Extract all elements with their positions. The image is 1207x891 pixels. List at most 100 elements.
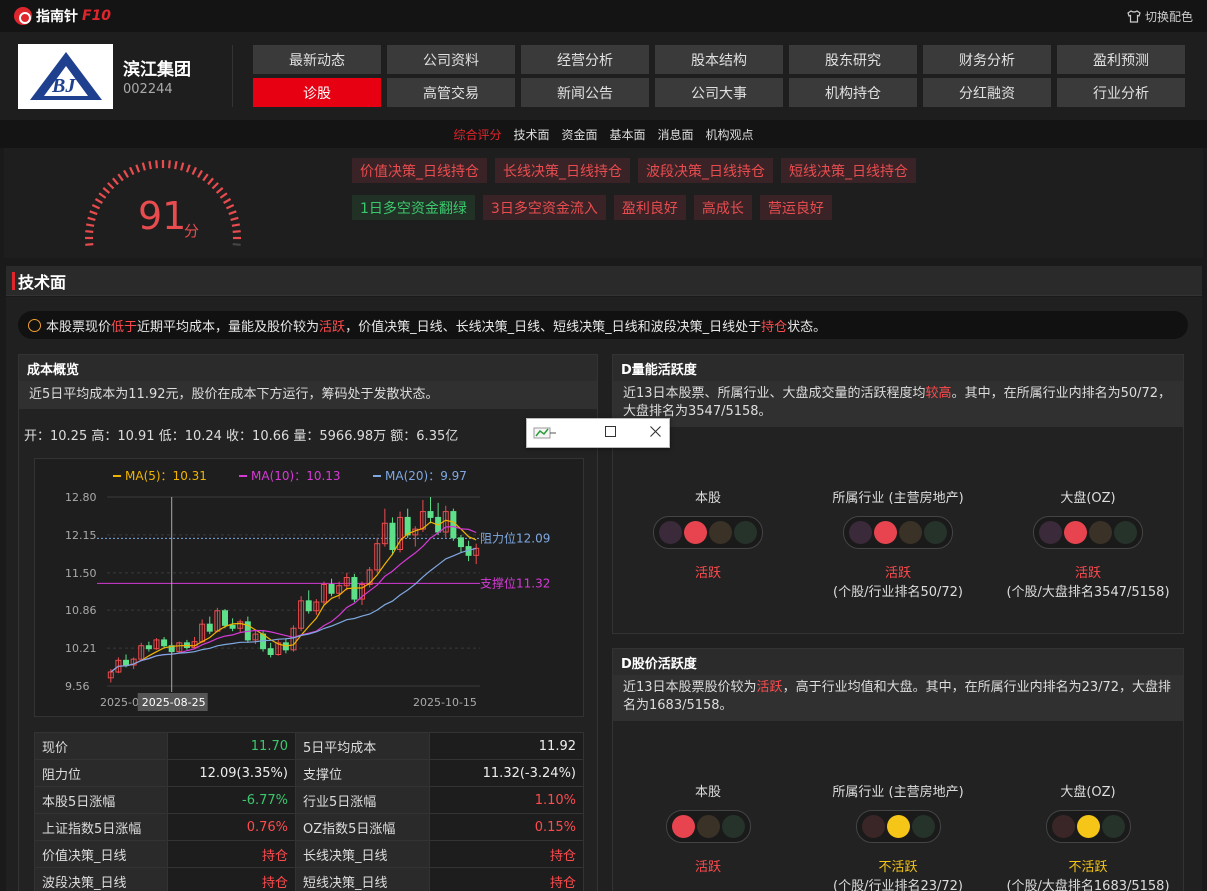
gauge-tick xyxy=(215,187,224,194)
x-tick-label: 2025-10-15 xyxy=(413,696,477,709)
candle-body xyxy=(328,584,335,594)
theme-switch-button[interactable]: 切换配色 xyxy=(1127,8,1193,25)
light-state: 不活跃 xyxy=(878,860,918,875)
cost-card-desc: 近5日平均成本为11.92元，股价在成本下方运行，筹码处于发散状态。 xyxy=(19,381,597,409)
price-light-2: 大盘(OZ) 不活跃 (个股/大盘排名1683/5158) xyxy=(1003,781,1173,891)
light-state: 活跃 xyxy=(1074,566,1101,581)
sub-tabs: 综合评分 技术面 资金面 基本面 消息面 机构观点 xyxy=(0,120,1207,148)
light-label: 本股 xyxy=(694,785,721,800)
stats-row: 上证指数5日涨幅 0.76% OZ指数5日涨幅 0.15% xyxy=(34,813,584,841)
stat-label: 行业5日涨幅 xyxy=(295,786,430,814)
light-label: 所属行业 (主营房地产) xyxy=(832,491,964,506)
lamp-dot xyxy=(1064,521,1087,544)
ma-legend-label: MA(10)：10.13 xyxy=(251,469,341,483)
lamp-dot xyxy=(1101,815,1125,838)
nav-tab-5[interactable]: 财务分析 xyxy=(923,45,1051,74)
feature-tag: 盈利良好 xyxy=(613,195,686,220)
volume-light-0: 本股 活跃 xyxy=(623,487,793,581)
traffic-light-icon xyxy=(665,810,751,843)
maximize-button[interactable] xyxy=(605,425,616,441)
stats-row: 价值决策_日线 持仓 长线决策_日线 持仓 xyxy=(34,840,584,868)
lamp-dot xyxy=(721,815,745,838)
lamp-dot xyxy=(734,521,757,544)
price-desc-highlight: 活跃 xyxy=(756,680,783,695)
gauge-tick xyxy=(211,182,219,190)
technical-summary: 本股票现价 低于 近期平均成本，量能及股价较为 活跃 ，价值决策_日线、长线决策_日线、… xyxy=(18,311,1188,339)
nav-tab-13[interactable]: 行业分析 xyxy=(1057,78,1185,107)
brand-text: 指南针 xyxy=(36,9,78,25)
stat-label: 本股5日涨幅 xyxy=(34,786,168,814)
candle-body xyxy=(221,610,228,626)
gauge-tick xyxy=(129,166,135,176)
mini-window[interactable] xyxy=(526,418,670,448)
gauge-tick xyxy=(135,164,141,173)
stats-row: 现价 11.70 5日平均成本 11.92 xyxy=(34,732,584,760)
sub-tab-5[interactable]: 机构观点 xyxy=(700,126,760,143)
stat-label: 5日平均成本 xyxy=(295,732,430,760)
light-label: 所属行业 (主营房地产) xyxy=(832,785,964,800)
gauge-tick xyxy=(219,192,228,199)
support-label: 支撑位11.32 xyxy=(480,575,550,590)
nav-tab-label: 经营分析 xyxy=(557,52,613,69)
gauge-tick xyxy=(232,230,241,233)
nav-tab-label: 分红融资 xyxy=(959,85,1015,102)
lamp-dot xyxy=(659,521,682,544)
lamp-dot xyxy=(684,521,707,544)
sub-tab-0[interactable]: 综合评分 xyxy=(447,126,507,143)
nav-tab-label: 诊股 xyxy=(303,85,331,102)
gauge-tick xyxy=(91,204,101,210)
close-button[interactable] xyxy=(650,425,661,441)
nav-tab-7[interactable]: 诊股 xyxy=(253,78,381,107)
summary-part-1: 本股票现价 xyxy=(46,319,112,335)
gauge-tick xyxy=(148,160,152,170)
nav-tab-11[interactable]: 机构持仓 xyxy=(789,78,917,107)
nav-tab-12[interactable]: 分红融资 xyxy=(923,78,1051,107)
gauge-tick xyxy=(123,169,129,178)
decision-tag: 波段决策_日线持仓 xyxy=(638,158,773,183)
lamp-dot xyxy=(886,815,910,838)
sub-tab-3[interactable]: 基本面 xyxy=(604,126,652,143)
stat-label: 上证指数5日涨幅 xyxy=(34,813,168,841)
gauge-tick xyxy=(107,182,115,190)
nav-tab-0[interactable]: 最新动态 xyxy=(253,45,381,74)
sub-tab-2[interactable]: 资金面 xyxy=(555,126,603,143)
stat-value: 12.09(3.35%) xyxy=(167,759,296,787)
gauge-tick xyxy=(231,223,241,227)
gauge-tick xyxy=(112,177,119,186)
candle-body xyxy=(161,639,168,647)
decision-tags: 价值决策_日线持仓 长线决策_日线持仓 波段决策_日线持仓 短线决策_日线持仓 xyxy=(352,158,916,183)
stat-value: 0.76% xyxy=(167,813,296,841)
lamp-dot xyxy=(709,521,732,544)
top-bar: 指南针 F10 切换配色 xyxy=(0,0,1207,32)
brand-f10: F10 xyxy=(82,8,112,24)
nav-tab-label: 公司资料 xyxy=(423,52,479,69)
gauge-tick xyxy=(191,166,197,176)
nav-tab-label: 股本结构 xyxy=(691,52,747,69)
gauge-tick xyxy=(185,164,191,173)
theme-switch-label: 切换配色 xyxy=(1144,9,1193,24)
sub-tab-1[interactable]: 技术面 xyxy=(507,126,555,143)
stat-label: OZ指数5日涨幅 xyxy=(295,813,430,841)
nav-tab-1[interactable]: 公司资料 xyxy=(387,45,515,74)
stat-value: 0.15% xyxy=(429,813,584,841)
lamp-dot xyxy=(924,521,947,544)
lamp-dot xyxy=(849,521,872,544)
nav-tab-3[interactable]: 股本结构 xyxy=(655,45,783,74)
nav-tab-4[interactable]: 股东研究 xyxy=(789,45,917,74)
nav-tab-8[interactable]: 高管交易 xyxy=(387,78,515,107)
lamp-dot xyxy=(1076,815,1100,838)
gauge-tick xyxy=(155,160,158,169)
section-header: 技术面 xyxy=(6,266,1202,296)
nav-tab-10[interactable]: 公司大事 xyxy=(655,78,783,107)
section-title: 技术面 xyxy=(18,272,67,292)
decision-tag: 长线决策_日线持仓 xyxy=(495,158,630,183)
company-header: BJ 滨江集团 002244 最新动态 公司资料 经营分析 股本结构 股东研究 财务分析 盈… xyxy=(0,32,1207,120)
lamp-dot xyxy=(874,521,897,544)
nav-tab-2[interactable]: 经营分析 xyxy=(521,45,649,74)
nav-tab-6[interactable]: 盈利预测 xyxy=(1057,45,1185,74)
y-tick-label: 12.15 xyxy=(65,529,97,542)
nav-tab-9[interactable]: 新闻公告 xyxy=(521,78,649,107)
gauge-tick xyxy=(87,216,96,221)
sub-tab-4[interactable]: 消息面 xyxy=(652,126,700,143)
stat-value: 11.70 xyxy=(167,732,296,760)
